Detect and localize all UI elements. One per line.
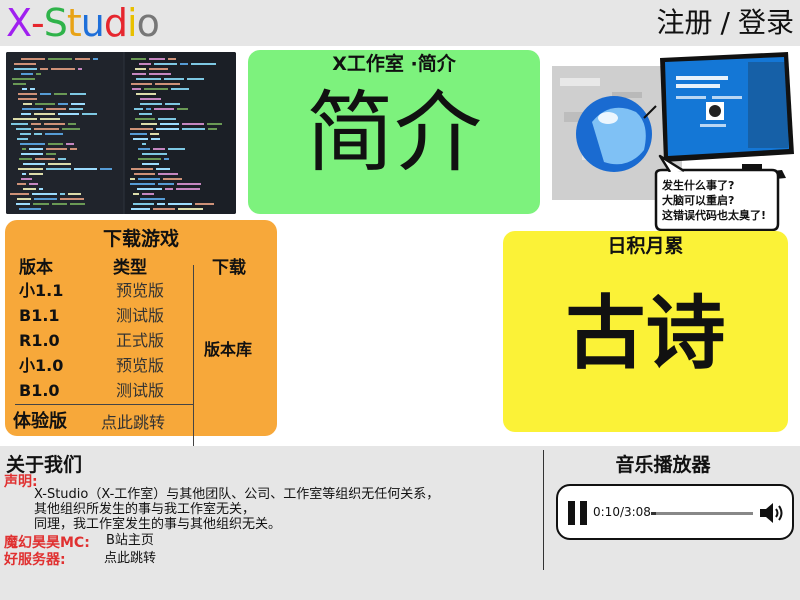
download-row-version[interactable]: 小1.1: [19, 279, 99, 303]
music-player-title: 音乐播放器: [615, 454, 711, 476]
music-player: 0:10/3:08: [556, 484, 794, 540]
server-label: 好服务器:: [4, 552, 66, 568]
experience-version-label: 体验版: [13, 411, 67, 432]
server-jump-link[interactable]: 点此跳转: [104, 551, 156, 567]
playback-time: 0:10/3:08: [593, 505, 651, 519]
statement-line: X-Studio（X-工作室）与其他团队、公司、工作室等组织无任何关系，: [34, 487, 440, 502]
download-row-type[interactable]: 预览版: [105, 279, 175, 303]
download-header-download: 下载: [212, 258, 246, 278]
experience-jump-link[interactable]: 点此跳转: [101, 409, 165, 433]
intro-card[interactable]: X工作室 ·简介 简介: [248, 50, 540, 214]
logo-letter: o: [136, 1, 160, 45]
download-divider-horizontal: [15, 404, 193, 405]
logo-letter: u: [80, 1, 105, 45]
meme-bubble-line-2: 大脑可以重启?: [662, 193, 734, 207]
statement-label: 声明:: [4, 474, 38, 490]
download-row-version[interactable]: R1.0: [19, 329, 99, 353]
download-header-type: 类型: [113, 258, 147, 278]
code-editor-screenshot: [6, 52, 236, 214]
auth-separator: /: [720, 6, 730, 39]
login-link[interactable]: 登录: [738, 6, 794, 39]
register-link[interactable]: 注册: [657, 6, 713, 39]
version-library-link[interactable]: 版本库: [204, 336, 252, 360]
logo-letter: -: [31, 1, 45, 45]
volume-icon[interactable]: [758, 500, 786, 526]
meme-bubble-line-1: 发生什么事了?: [661, 178, 734, 192]
pause-icon[interactable]: [568, 501, 590, 525]
statement-line: 同理，我工作室发生的事与其他组织无关。: [34, 517, 282, 532]
auth-links: 注册 / 登录: [657, 6, 794, 40]
download-divider-vertical: [193, 265, 194, 449]
intro-card-big-text: 简介: [305, 81, 482, 184]
download-header-version: 版本: [19, 258, 53, 278]
logo-letter: i: [127, 1, 138, 45]
download-row-version[interactable]: B1.0: [19, 379, 99, 403]
progress-bar[interactable]: [651, 512, 753, 515]
download-row-type[interactable]: 测试版: [105, 304, 175, 328]
download-row-version[interactable]: 小1.0: [19, 354, 99, 378]
download-title: 下载游戏: [102, 228, 179, 250]
logo-letter: t: [66, 1, 82, 45]
intro-card-title: X工作室 ·简介: [332, 53, 456, 75]
download-row-type[interactable]: 正式版: [105, 329, 175, 353]
download-row-type[interactable]: 测试版: [105, 379, 175, 403]
mc-bilibili-link[interactable]: B站主页: [106, 533, 154, 549]
logo-letter: X: [6, 1, 32, 45]
site-logo[interactable]: X-Studio: [6, 0, 160, 46]
footer-divider: [543, 450, 544, 570]
statement-line: 其他组织所发生的事与我工作室无关，: [34, 502, 256, 517]
download-card: 下载游戏 版本 类型 下载 小1.1 预览版 B1.1 测试版 R1.0 正式版…: [5, 220, 277, 449]
poem-card[interactable]: 日积月累 古诗: [503, 231, 788, 432]
logo-letter: d: [103, 1, 128, 45]
code-editor-image: [6, 52, 236, 214]
download-row-type[interactable]: 预览版: [105, 354, 175, 378]
logo-letter: S: [43, 1, 68, 45]
meme-image: 发生什么事了? 大脑可以重启? 这错误代码也太臭了!: [552, 52, 800, 232]
header-bar: X-Studio 注册 / 登录: [0, 0, 800, 46]
poem-card-title: 日积月累: [607, 235, 684, 257]
meme-bubble-line-3: 这错误代码也太臭了!: [662, 208, 766, 222]
progress-fill: [651, 512, 657, 515]
poem-card-big-text: 古诗: [565, 287, 726, 380]
download-row-version[interactable]: B1.1: [19, 304, 99, 328]
